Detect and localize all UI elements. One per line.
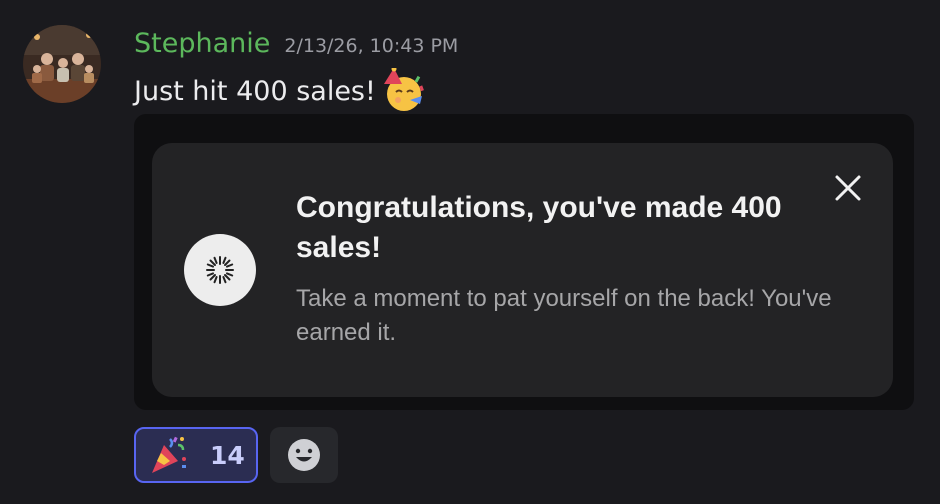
card-title: Congratulations, you've made 400 sales!	[296, 191, 782, 264]
partying-face-icon	[380, 66, 426, 114]
add-reaction-button[interactable]	[270, 427, 338, 483]
username[interactable]: Stephanie	[134, 28, 270, 59]
party-popper-icon	[148, 435, 188, 475]
close-button[interactable]	[830, 170, 866, 206]
message-text: Just hit 400 sales!	[134, 75, 376, 107]
timestamp: 2/13/26, 10:43 PM	[284, 35, 459, 57]
smiley-icon	[288, 439, 320, 471]
chat-message: Stephanie 2/13/26, 10:43 PM Just hit 400…	[0, 0, 940, 504]
close-icon	[835, 175, 861, 201]
card-body: Take a moment to pat yourself on the bac…	[296, 285, 832, 346]
reaction-party-popper[interactable]: 14	[134, 427, 258, 483]
reaction-count: 14	[210, 440, 245, 470]
fireworks-icon	[184, 234, 256, 306]
avatar[interactable]	[23, 25, 101, 103]
message-header: Stephanie 2/13/26, 10:43 PM	[134, 28, 458, 62]
notification-card	[152, 143, 893, 397]
message-text-row: Just hit 400 sales!	[134, 66, 426, 114]
